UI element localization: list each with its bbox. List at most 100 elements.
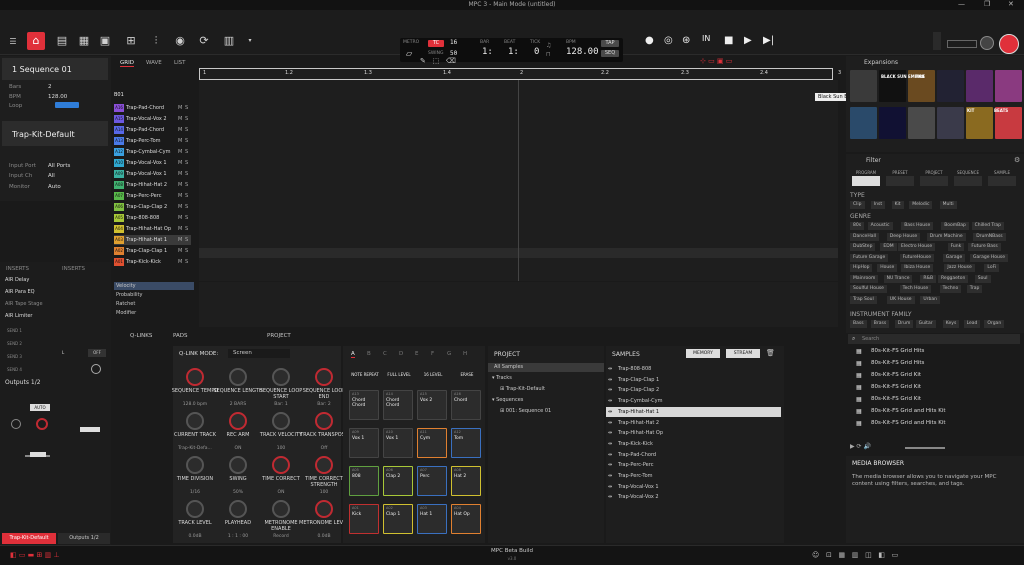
tab-pads[interactable]: PADS [173, 333, 187, 339]
filter-tag[interactable]: Deep House [886, 232, 921, 241]
loop-icon[interactable]: ⟳ [197, 34, 211, 48]
menu-icon[interactable]: ☰ [6, 35, 20, 49]
solo-button[interactable]: S [185, 136, 188, 146]
tab-wave[interactable]: WAVE [146, 60, 162, 66]
track-row[interactable]: A04 Trap-Hihat-Hat Op M S [114, 224, 191, 234]
monitor-value[interactable]: Auto [48, 184, 61, 190]
qlink-knob[interactable] [229, 412, 247, 430]
minimize-icon[interactable]: — [958, 0, 965, 8]
mixer-icon[interactable]: ⫶ [149, 34, 163, 48]
filter-tag[interactable]: DrumNBass [973, 232, 1006, 241]
beat-value[interactable]: 1: [508, 47, 519, 57]
mute-button[interactable]: M [178, 180, 182, 190]
stop-icon[interactable]: ■ [724, 35, 733, 46]
pad[interactable]: A08 Hat 2 [451, 466, 481, 496]
main-mode-icon[interactable]: ⌂ [27, 32, 45, 50]
pad[interactable]: A05 808 [349, 466, 379, 496]
tab-qlinks[interactable]: Q-LINKS [130, 333, 152, 339]
qlink-knob[interactable] [229, 368, 247, 386]
track-row[interactable]: A08 Trap-Hihat-Hat 2 MS [114, 180, 191, 190]
mute-button[interactable]: M [178, 224, 182, 234]
solo-button[interactable]: S [185, 125, 188, 135]
expansion-tile[interactable] [850, 107, 877, 139]
filter-tag[interactable]: Tech House [899, 285, 932, 293]
solo-button[interactable]: S [185, 213, 188, 223]
mute-button[interactable]: M [178, 136, 182, 146]
close-icon[interactable]: ✕ [1008, 0, 1014, 8]
mute-button[interactable]: M [178, 169, 182, 179]
browser-result-item[interactable]: ▦ 80s-Kit-FS Grid and Hits Kit [852, 418, 1020, 429]
pad-bank-f[interactable]: F [431, 351, 434, 357]
filter-tag[interactable]: Organ [984, 320, 1005, 328]
tap-button[interactable]: TAP [601, 40, 619, 47]
browser-result-item[interactable]: ▦ 80s-Kit-FS Grid Kit [852, 370, 1020, 381]
filter-tag[interactable]: UK House [886, 295, 915, 304]
filter-tag[interactable]: Trap [966, 285, 983, 293]
sequences-folder[interactable]: ▾ Sequences [492, 397, 523, 403]
qlink-knob[interactable] [229, 456, 247, 474]
track-row[interactable]: A09 Trap-Vocal-Vox 1 MS [114, 169, 191, 179]
sequence-selector[interactable]: 1 Sequence 01 [2, 58, 108, 80]
lane-ratchet[interactable]: Ratchet [116, 301, 135, 307]
track-row[interactable]: A01 Trap-Kick-Kick M S [114, 257, 191, 267]
filter-tag[interactable]: Techno [939, 285, 962, 293]
expansion-tile[interactable] [908, 107, 935, 139]
filter-tag[interactable]: HipHop [850, 264, 873, 272]
filter-tab-icon[interactable] [920, 176, 948, 186]
solo-button[interactable]: S [185, 235, 188, 245]
qlink-knob[interactable] [272, 368, 290, 386]
sample-item[interactable]: ⇹ Trap-Hihat-Hat 1 [606, 406, 781, 417]
pad-mixer-icon[interactable]: ▦ [77, 34, 91, 48]
mute-button[interactable]: M [178, 158, 182, 168]
filter-tag[interactable]: Kit [891, 201, 904, 209]
pad-bank-c[interactable]: C [383, 351, 387, 357]
browser-result-item[interactable]: ▦ 80s-Kit-FS Grid Kit [852, 394, 1020, 405]
track-item[interactable]: ⊞ Trap-Kit-Default [500, 386, 545, 392]
filter-tab[interactable]: PRESET [884, 170, 916, 175]
track-row[interactable]: A12 Trap-Cymbal-Cym M S [114, 147, 191, 157]
memory-button[interactable]: MEMORY [686, 349, 720, 358]
filter-tag[interactable]: BoomBap [941, 222, 969, 230]
expansion-tile[interactable] [937, 70, 964, 102]
filter-tag[interactable]: Clip [850, 201, 865, 209]
send-2[interactable]: SEND 2 [7, 341, 22, 346]
qlink-knob[interactable] [272, 500, 290, 518]
pad-function-button[interactable]: 16 LEVEL [417, 372, 449, 377]
tc-button[interactable]: TC [428, 40, 444, 47]
expansion-tile[interactable] [879, 107, 906, 139]
pad[interactable]: A02 Clap 1 [383, 504, 413, 534]
mute-button[interactable]: M [178, 125, 182, 135]
insert-slot-3[interactable]: AIR Tape Stage [5, 301, 43, 307]
sample-item[interactable]: ⇹ Trap-808-808 [606, 364, 781, 374]
program-edit-icon[interactable]: ▣ [98, 34, 112, 48]
song-mode-icon[interactable]: ▥ [222, 34, 236, 48]
preview-volume-slider[interactable] [905, 447, 945, 449]
qlink-knob[interactable] [186, 412, 204, 430]
browser-result-item[interactable]: ▦ 80s-Kit-FS Grid Kit [852, 382, 1020, 393]
filter-tag[interactable]: Bass House [901, 222, 934, 230]
lock-icon[interactable]: ⊓ [546, 51, 551, 58]
grid-snap-icons[interactable]: ⊹ ▭ ▣ ▭ [700, 57, 732, 65]
pad-function-button[interactable]: NOTE REPEAT [349, 372, 381, 377]
volume-fader[interactable] [30, 452, 46, 457]
tab-grid[interactable]: GRID [120, 60, 134, 67]
mute-button[interactable]: M [178, 235, 182, 245]
pad-function-button[interactable]: FULL LEVEL [383, 372, 415, 377]
track-row[interactable]: A13 Trap-Perc-Tom M S [114, 136, 191, 146]
sequence-item[interactable]: ⊞ 001: Sequence 01 [500, 408, 551, 414]
filter-tag[interactable]: NU Trance [883, 274, 913, 283]
pad[interactable]: A09 Vox 1 [349, 428, 379, 458]
sample-edit-icon[interactable]: ⊞ [124, 34, 138, 48]
browser-result-item[interactable]: ▦ 80s-Kit-FS Grid and Hits Kit [852, 406, 1020, 417]
filter-tag[interactable]: Lead [963, 320, 981, 328]
pad-bank-b[interactable]: B [367, 351, 371, 357]
tracks-folder[interactable]: ▾ Tracks [492, 375, 512, 381]
filter-tab[interactable]: PROJECT [918, 170, 950, 175]
track-row[interactable]: A03 Trap-Hihat-Hat 1 MS [114, 235, 191, 245]
filter-tag[interactable]: Chilled Trap [971, 222, 1004, 230]
qlink-mode-select[interactable]: Screen [228, 349, 290, 358]
filter-tag[interactable]: Garage House [970, 253, 1009, 262]
pad-function-button[interactable]: ERASE [451, 372, 483, 377]
seq-button[interactable]: SEQ [601, 50, 619, 57]
expansion-tile[interactable] [995, 70, 1022, 102]
